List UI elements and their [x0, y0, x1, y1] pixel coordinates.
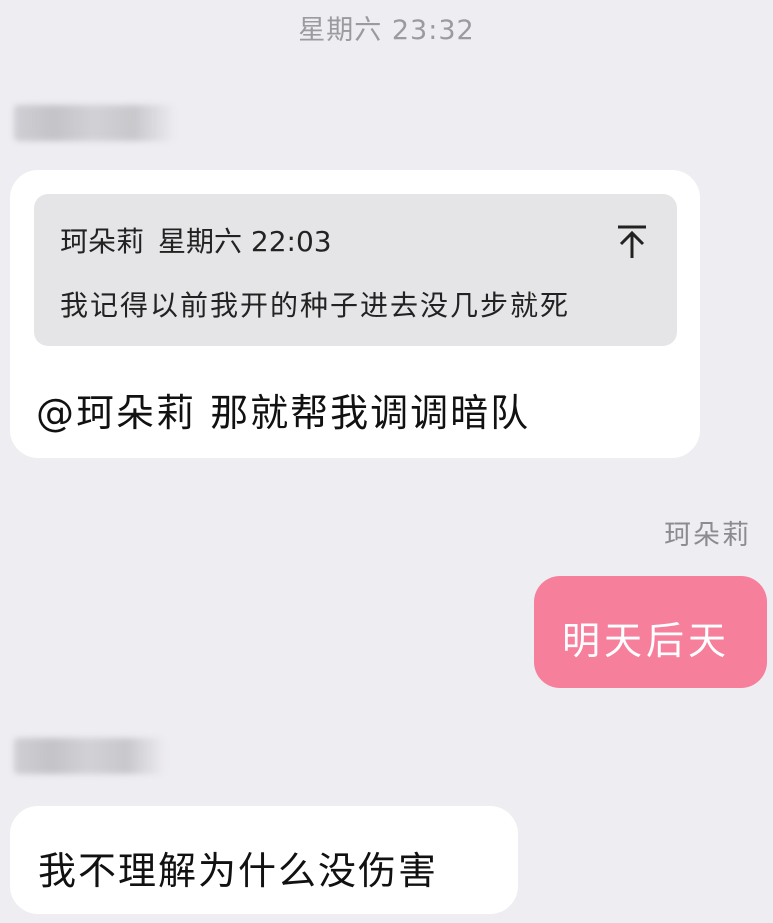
quote-header: 珂朵莉 星期六 22:03	[60, 220, 332, 260]
blurred-sender-name	[14, 738, 164, 774]
own-sender-name: 珂朵莉	[664, 520, 751, 551]
quote-text: 我记得以前我开的种子进去没几步就死	[60, 289, 571, 322]
quoted-message[interactable]: 珂朵莉 星期六 22:03 我记得以前我开的种子进去没几步就死	[34, 194, 677, 346]
outgoing-message-bubble[interactable]: 明天后天	[534, 576, 767, 688]
quote-time: 星期六 22:03	[158, 225, 332, 258]
message-text: @珂朵莉 那就帮我调调暗队	[36, 391, 531, 435]
incoming-message-bubble[interactable]: 我不理解为什么没伤害	[10, 806, 518, 914]
message-text: 我不理解为什么没伤害	[38, 849, 439, 893]
message-text: 明天后天	[562, 619, 731, 663]
quote-author: 珂朵莉	[60, 225, 145, 258]
incoming-message-bubble[interactable]: 珂朵莉 星期六 22:03 我记得以前我开的种子进去没几步就死 @珂朵莉 那就帮我…	[10, 170, 700, 458]
blurred-sender-name	[14, 105, 174, 141]
arrow-up-to-top-icon[interactable]	[615, 224, 649, 260]
chat-timestamp: 星期六 23:32	[298, 15, 475, 46]
